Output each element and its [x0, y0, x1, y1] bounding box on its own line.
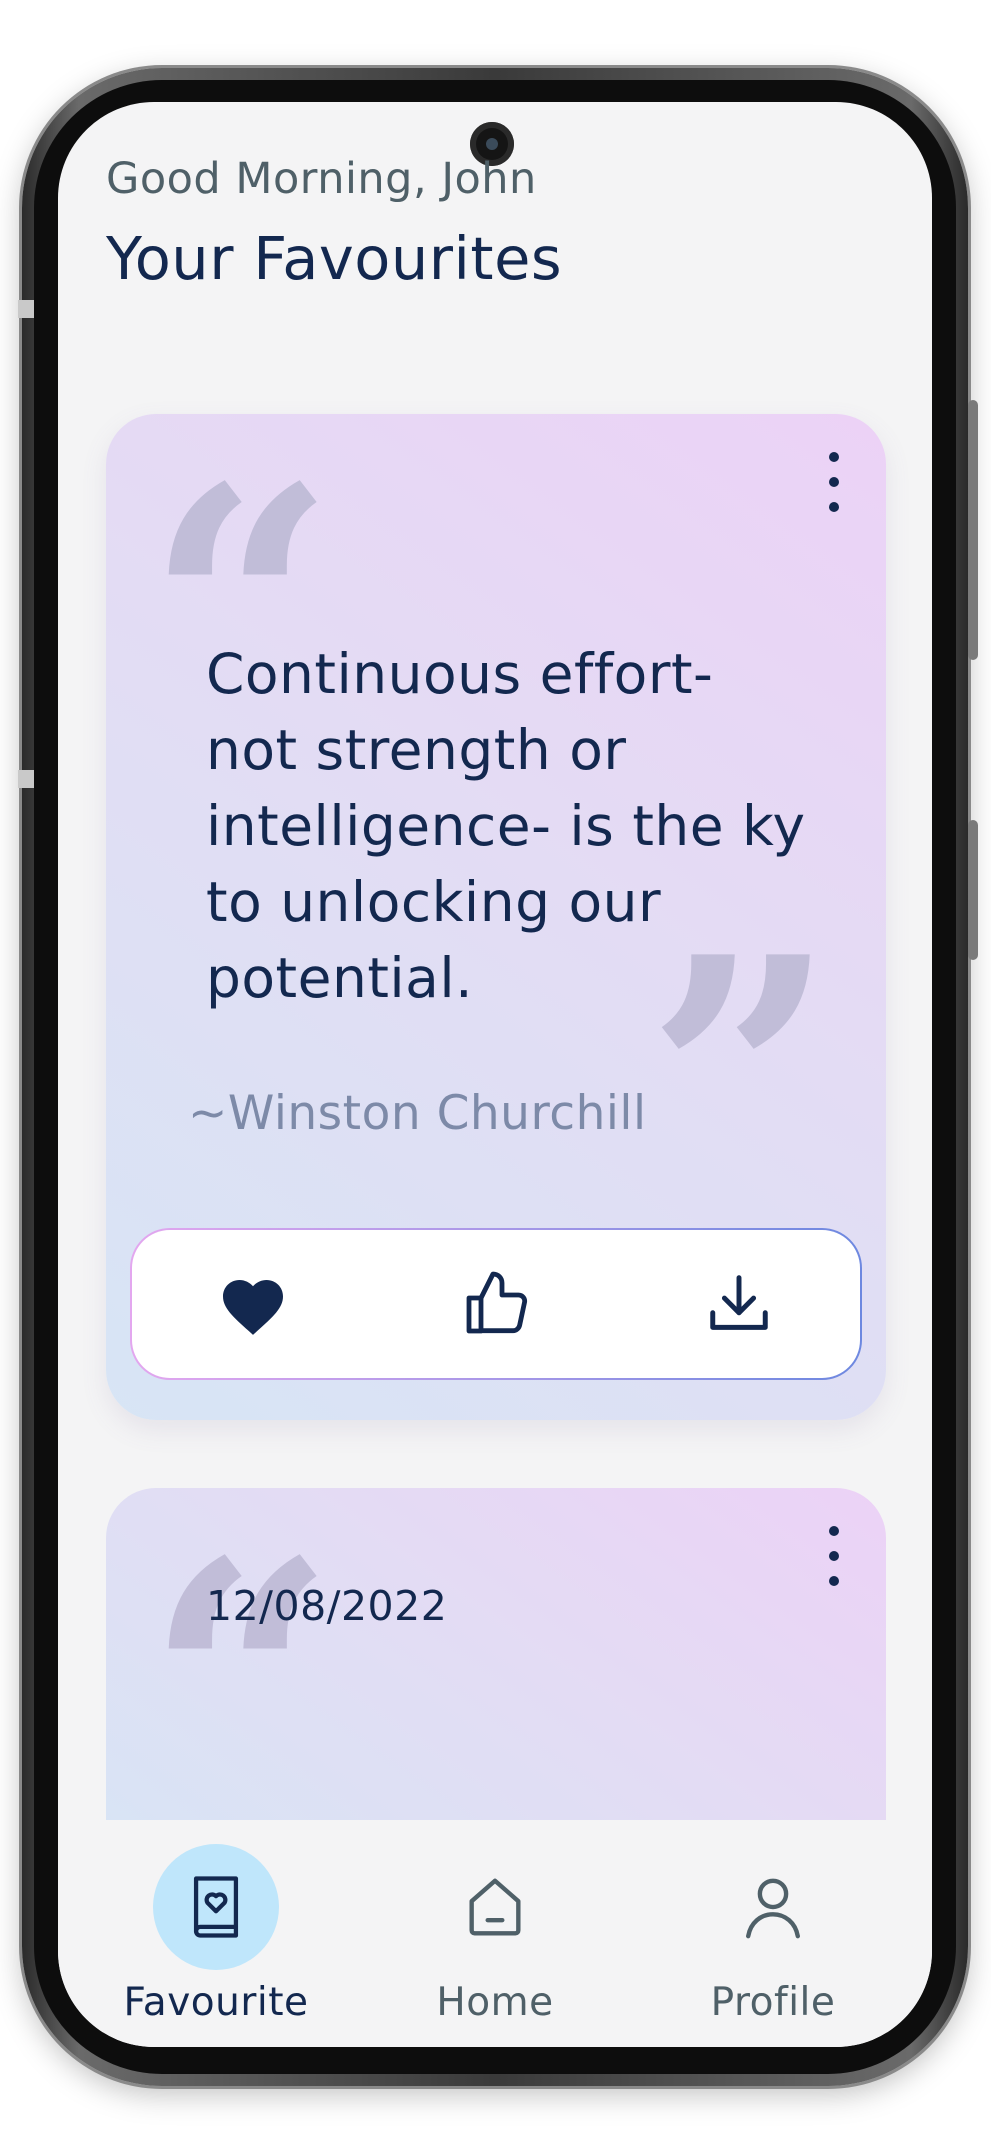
book-heart-icon [193, 1876, 239, 1938]
quote-date: 12/08/2022 [206, 1582, 448, 1630]
more-vertical-icon [829, 477, 839, 487]
quote-action-bar [130, 1228, 862, 1380]
heart-filled-icon [223, 1280, 284, 1335]
user-icon [746, 1878, 800, 1939]
greeting-text: Good Morning, John [106, 154, 537, 204]
favourite-button[interactable] [208, 1259, 298, 1349]
thumbs-up-icon [466, 1271, 528, 1334]
quote-card[interactable]: “ ” Continuous effort- not strength or i… [106, 414, 886, 1420]
quote-author: ~Winston Churchill [188, 1086, 647, 1141]
more-options-button[interactable] [824, 1526, 844, 1586]
more-options-button[interactable] [824, 452, 844, 512]
nav-icon-wrap [153, 1844, 279, 1970]
nav-label: Favourite [123, 1980, 309, 2025]
frame-mark [18, 300, 34, 318]
page-title: Your Favourites [106, 224, 563, 293]
bottom-navigation: Favourite Home Profile [58, 1820, 932, 2047]
nav-label: Home [436, 1980, 554, 2025]
more-vertical-icon [829, 1526, 839, 1536]
more-vertical-icon [829, 1576, 839, 1586]
nav-icon-wrap [432, 1844, 558, 1970]
volume-button [968, 400, 978, 660]
more-vertical-icon [829, 452, 839, 462]
more-vertical-icon [829, 502, 839, 512]
home-icon [469, 1878, 521, 1936]
nav-item-favourite[interactable]: Favourite [96, 1820, 336, 2047]
nav-item-home[interactable]: Home [375, 1820, 615, 2047]
quote-text: Continuous effort- not strength or intel… [206, 642, 806, 1010]
app-screen: Good Morning, John Your Favourites “ ” C… [58, 102, 932, 2047]
more-vertical-icon [829, 1551, 839, 1561]
download-button[interactable] [694, 1259, 784, 1349]
download-icon [709, 1275, 768, 1330]
nav-icon-wrap [710, 1844, 836, 1970]
frame-mark [18, 770, 34, 788]
power-button [968, 820, 978, 960]
nav-label: Profile [710, 1980, 836, 2025]
nav-item-profile[interactable]: Profile [653, 1820, 893, 2047]
open-quote-icon: “ [146, 1489, 336, 1877]
like-button[interactable] [451, 1259, 541, 1349]
